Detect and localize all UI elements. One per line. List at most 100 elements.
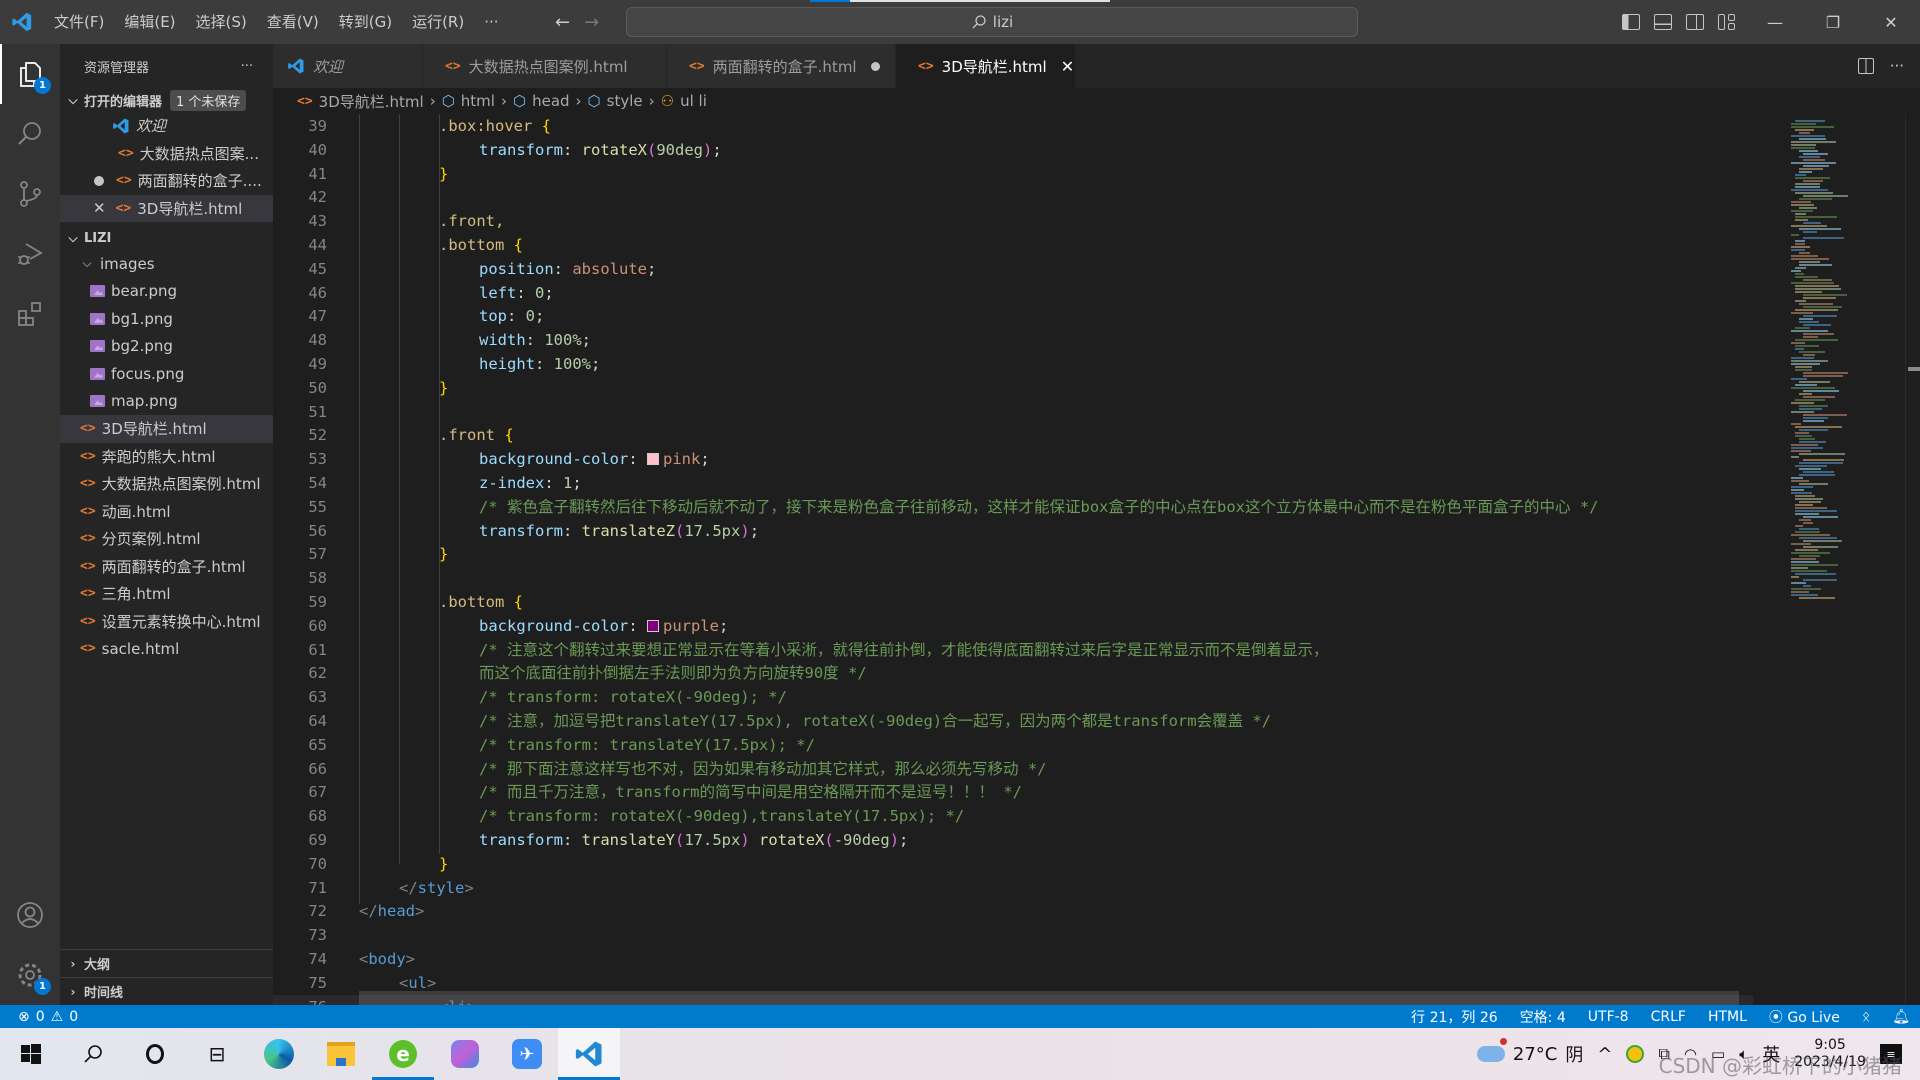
file-item[interactable]: <> 3D导航栏.html bbox=[60, 415, 273, 443]
end-of-line[interactable]: CRLF bbox=[1651, 1009, 1686, 1025]
go-live-button[interactable]: ⦿ Go Live bbox=[1769, 1007, 1840, 1027]
taskbar-vscode[interactable] bbox=[558, 1028, 620, 1080]
close-window-button[interactable]: ✕ bbox=[1862, 0, 1920, 44]
breadcrumb-item[interactable]: html bbox=[461, 92, 495, 110]
notifications-bell-icon[interactable]: 🔔︎ bbox=[1892, 1009, 1910, 1025]
activity-extensions[interactable] bbox=[0, 284, 60, 344]
taskbar-office[interactable] bbox=[434, 1028, 496, 1080]
open-editor-item[interactable]: <> 大数据热点图案... bbox=[60, 140, 273, 168]
file-item[interactable]: <> 设置元素转换中心.html bbox=[60, 608, 273, 636]
menu-selection[interactable]: 选择(S) bbox=[186, 0, 257, 44]
notification-center-icon[interactable]: ≡ bbox=[1880, 1044, 1902, 1064]
file-item[interactable]: <> 动画.html bbox=[60, 498, 273, 526]
unsaved-dot-icon[interactable] bbox=[94, 175, 104, 186]
indentation[interactable]: 空格: 4 bbox=[1520, 1007, 1566, 1027]
activity-accounts[interactable] bbox=[0, 885, 60, 945]
file-item[interactable]: <> 三角.html bbox=[60, 580, 273, 608]
activity-source-control[interactable] bbox=[0, 164, 60, 224]
menu-view[interactable]: 查看(V) bbox=[257, 0, 329, 44]
more-actions-icon[interactable]: ··· bbox=[1890, 57, 1904, 75]
folder-images[interactable]: ⌵ images bbox=[60, 250, 273, 278]
back-arrow-icon[interactable]: ← bbox=[555, 12, 570, 33]
taskbar-search[interactable] bbox=[62, 1028, 124, 1080]
customize-layout-icon[interactable] bbox=[1718, 14, 1736, 30]
unsaved-dot-icon[interactable] bbox=[870, 61, 880, 71]
task-view-button[interactable]: ⊟ bbox=[186, 1028, 248, 1080]
code-editor[interactable]: 39 .box:hover { 40 transform: rotateX(90de… bbox=[273, 114, 1783, 1005]
explorer-more-button[interactable]: ··· bbox=[241, 59, 253, 74]
breadcrumb-item[interactable]: style bbox=[607, 92, 643, 110]
activity-manage[interactable]: 1 bbox=[0, 945, 60, 1005]
tray-screen-icon[interactable]: ⧉ bbox=[1658, 1044, 1669, 1064]
file-item[interactable]: <> 大数据热点图案例.html bbox=[60, 470, 273, 498]
show-hidden-icons-icon[interactable]: ^ bbox=[1597, 1044, 1612, 1065]
file-item[interactable]: bear.png bbox=[60, 278, 273, 306]
breadcrumb-item[interactable]: ul li bbox=[680, 92, 707, 110]
toggle-primary-sidebar-icon[interactable] bbox=[1622, 14, 1640, 30]
file-item[interactable]: <> sacle.html bbox=[60, 635, 273, 663]
file-item[interactable]: map.png bbox=[60, 388, 273, 416]
file-item[interactable]: bg1.png bbox=[60, 305, 273, 333]
open-editor-item[interactable]: ✕ <> 3D导航栏.html bbox=[60, 194, 273, 222]
taskbar-file-explorer[interactable] bbox=[310, 1028, 372, 1080]
wifi-icon[interactable]: ◠ bbox=[1684, 1045, 1697, 1063]
activity-run-debug[interactable] bbox=[0, 224, 60, 284]
tab-bigdata[interactable]: <> 大数据热点图案例.html bbox=[423, 44, 667, 88]
split-editor-icon[interactable] bbox=[1857, 58, 1874, 74]
breadcrumb-item[interactable]: head bbox=[532, 92, 569, 110]
cortana-button[interactable] bbox=[124, 1028, 186, 1080]
menu-run[interactable]: 运行(R) bbox=[402, 0, 474, 44]
activity-explorer[interactable]: 1 bbox=[0, 44, 60, 104]
vertical-scrollbar[interactable] bbox=[1905, 114, 1920, 1005]
outline-section[interactable]: › 大纲 bbox=[60, 949, 273, 977]
tray-360-icon[interactable] bbox=[1626, 1045, 1645, 1063]
folder-lizi[interactable]: ⌵ LIZI bbox=[60, 226, 273, 250]
file-item[interactable]: bg2.png bbox=[60, 333, 273, 361]
cursor-position[interactable]: 行 21，列 26 bbox=[1411, 1007, 1498, 1027]
menu-file[interactable]: 文件(F) bbox=[44, 0, 114, 44]
file-item[interactable]: <> 两面翻转的盒子.html bbox=[60, 553, 273, 581]
restore-button[interactable]: ❐ bbox=[1804, 0, 1862, 44]
problems-indicator[interactable]: ⊗ 0 ⚠ 0 bbox=[0, 1009, 78, 1025]
minimize-button[interactable]: — bbox=[1746, 0, 1804, 44]
timeline-section[interactable]: › 时间线 bbox=[60, 977, 273, 1005]
ime-indicator[interactable]: 英 bbox=[1762, 1041, 1780, 1067]
open-editor-item[interactable]: 欢迎 bbox=[60, 112, 273, 140]
activity-search[interactable] bbox=[0, 104, 60, 164]
tab-welcome[interactable]: 欢迎 bbox=[273, 44, 423, 88]
forward-arrow-icon[interactable]: → bbox=[584, 12, 599, 33]
file-item[interactable]: <> 奔跑的熊大.html bbox=[60, 443, 273, 471]
taskbar-edge[interactable] bbox=[248, 1028, 310, 1080]
taskbar-ie-browser[interactable]: e bbox=[372, 1028, 434, 1080]
minimap[interactable] bbox=[1783, 114, 1903, 1005]
toggle-panel-icon[interactable] bbox=[1654, 14, 1672, 30]
horizontal-scrollbar[interactable] bbox=[359, 991, 1739, 1005]
language-mode[interactable]: HTML bbox=[1708, 1009, 1747, 1025]
close-editor-icon[interactable]: ✕ bbox=[93, 199, 106, 217]
menu-more[interactable]: ··· bbox=[474, 0, 508, 44]
breadcrumb-item[interactable]: 3D导航栏.html bbox=[319, 91, 424, 112]
open-editors-section[interactable]: ⌵ 打开的编辑器 1 个未保存 bbox=[60, 88, 273, 112]
file-item[interactable]: <> 分页案例.html bbox=[60, 525, 273, 553]
command-center-search[interactable]: lizi bbox=[626, 7, 1358, 37]
menu-go[interactable]: 转到(G) bbox=[329, 0, 402, 44]
accounts-status-icon[interactable]: ᛟ bbox=[1862, 1009, 1870, 1025]
file-item[interactable]: focus.png bbox=[60, 360, 273, 388]
minimap-line bbox=[1795, 507, 1827, 509]
weather-widget[interactable]: 27°C 阴 bbox=[1476, 1038, 1583, 1067]
taskbar-feishu[interactable]: ✈ bbox=[496, 1028, 558, 1080]
open-editor-item[interactable]: <> 两面翻转的盒子.... bbox=[60, 167, 273, 195]
menu-edit[interactable]: 编辑(E) bbox=[114, 0, 185, 44]
close-tab-icon[interactable]: ✕ bbox=[1061, 57, 1074, 76]
explorer-badge: 1 bbox=[34, 77, 51, 94]
clock[interactable]: 9:05 2023/4/19 bbox=[1794, 1037, 1866, 1071]
tab-3d-nav[interactable]: <> 3D导航栏.html ✕ bbox=[896, 44, 1076, 88]
color-swatch-pink[interactable] bbox=[646, 453, 659, 466]
tab-flipbox[interactable]: <> 两面翻转的盒子.html bbox=[667, 44, 896, 88]
color-swatch-purple[interactable] bbox=[646, 619, 659, 632]
volume-muted-icon[interactable]: 🔈︎ bbox=[1739, 1045, 1748, 1063]
battery-icon[interactable]: ▭ bbox=[1711, 1045, 1725, 1063]
encoding[interactable]: UTF-8 bbox=[1588, 1009, 1629, 1025]
start-button[interactable] bbox=[0, 1028, 62, 1080]
toggle-secondary-sidebar-icon[interactable] bbox=[1686, 14, 1704, 30]
